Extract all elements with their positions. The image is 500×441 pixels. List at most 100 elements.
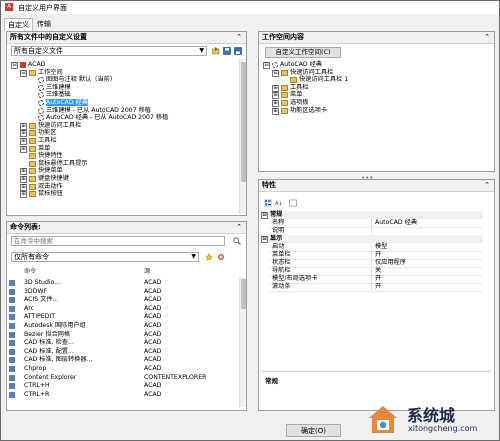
save-icon[interactable] bbox=[223, 47, 231, 55]
tree-label: 快捷特性 bbox=[38, 152, 63, 160]
tree-scroll-thumb[interactable] bbox=[241, 62, 246, 182]
tree-item[interactable]: AutoCAD 经典 - 已从 AutoCAD 2007 移植 bbox=[11, 114, 233, 122]
column-header-source[interactable]: 源 bbox=[144, 268, 150, 276]
command-filter-dropdown[interactable]: 仅所有命令 ▼ bbox=[11, 252, 199, 262]
workspace-tree-label: 快速访问工具栏 1 bbox=[299, 76, 349, 84]
folder-icon bbox=[281, 69, 288, 76]
tree-item[interactable]: 三维基础 bbox=[11, 91, 233, 99]
file-filter-dropdown[interactable]: 所有自定义文件 ▼ bbox=[11, 46, 207, 56]
workspace-tree-item[interactable]: ⊟ 快速访问工具栏 bbox=[263, 69, 489, 77]
command-row[interactable]: CAD 标准, 检查... ACAD bbox=[9, 339, 237, 348]
command-name: ATTIPEDIT bbox=[24, 313, 56, 321]
command-row[interactable]: CAD 标准, 图层转换器... ACAD bbox=[9, 356, 237, 365]
command-name: Bezier 拟合网格 bbox=[24, 330, 71, 338]
customization-tree: ⊟ ACAD ⊟ 工作空间 图图与注释 默认（当前） 三维建模 三维基础 AutoCAD 经典… bbox=[11, 61, 233, 211]
gear-icon bbox=[38, 107, 44, 114]
description-title: 常规 bbox=[265, 377, 278, 385]
tree-item[interactable]: AutoCAD 经典 bbox=[11, 98, 233, 107]
tree-item[interactable]: ⊞ 功能区 bbox=[11, 129, 233, 138]
command-row[interactable]: ATTIPEDIT ACAD bbox=[9, 313, 237, 322]
gear-icon bbox=[272, 62, 278, 68]
workspace-tree-item[interactable]: ⊞ 菜单 bbox=[263, 91, 489, 100]
tree-item[interactable]: ⊞ 鼠标按钮 bbox=[11, 190, 233, 199]
tree-item[interactable]: ⊞ 快捷菜单 bbox=[11, 167, 233, 176]
categorized-icon[interactable] bbox=[264, 199, 272, 207]
property-value[interactable]: 开 bbox=[372, 283, 482, 292]
open-file-icon[interactable] bbox=[212, 47, 220, 55]
tree-label: 工作空间 bbox=[38, 68, 63, 76]
command-row[interactable]: Chprop ACAD bbox=[9, 365, 237, 374]
workspace-contents-header-label: 工作空间内容 bbox=[262, 33, 304, 41]
tree-item[interactable]: ⊞ 菜单 bbox=[11, 145, 233, 153]
property-category[interactable]: ⊟ 显示 bbox=[261, 235, 483, 243]
tree-item[interactable]: ⊞ 工具栏 bbox=[11, 137, 233, 145]
command-list-header: 命令列表: ⌃ bbox=[7, 222, 246, 234]
tab-customize[interactable]: 自定义 bbox=[4, 18, 33, 31]
property-row[interactable]: 启动 模型 bbox=[269, 243, 482, 252]
property-row[interactable]: 滚动条开 bbox=[269, 283, 482, 292]
command-row[interactable]: CTRL+R ACAD bbox=[9, 391, 237, 400]
collapse-icon[interactable]: ⌃ bbox=[236, 32, 242, 43]
sort-alphabetical-icon[interactable]: A↓ bbox=[275, 199, 283, 207]
tree-scrollbar[interactable] bbox=[239, 59, 246, 214]
command-row[interactable]: Arc ACAD bbox=[9, 305, 237, 314]
command-icon bbox=[9, 297, 15, 304]
workspace-tree-label: 选项板 bbox=[290, 98, 309, 106]
command-row[interactable]: 3D Studio... ACAD bbox=[9, 279, 237, 288]
command-row[interactable]: Autodesk 国际用户组 ACAD bbox=[9, 322, 237, 331]
property-row[interactable]: 名称 AutoCAD 经典 bbox=[269, 219, 482, 228]
search-icon[interactable] bbox=[233, 237, 241, 245]
command-list-scroll-thumb[interactable] bbox=[241, 279, 246, 309]
property-row[interactable]: 模型/布局选项卡开 bbox=[269, 275, 482, 284]
command-source: ACAD bbox=[144, 322, 162, 329]
command-icon bbox=[9, 314, 15, 321]
tree-item[interactable]: ⊞ 键盘快捷键 bbox=[11, 175, 233, 183]
property-category[interactable]: ⊟ 常规 bbox=[261, 211, 483, 219]
tab-transfer[interactable]: 传输 bbox=[34, 18, 54, 30]
property-pages-icon[interactable] bbox=[289, 199, 297, 207]
tree-item[interactable]: 快捷特性 bbox=[11, 152, 233, 160]
collapse-icon[interactable]: ⌃ bbox=[484, 32, 490, 43]
command-row[interactable]: Bezier 拟合网格 ACAD bbox=[9, 331, 237, 340]
property-row[interactable]: 状态栏 仅应用程序 bbox=[269, 259, 482, 268]
workspace-tree-item[interactable]: ⊞ 选项板 bbox=[263, 99, 489, 107]
workspace-tree-item[interactable]: ⊟ AutoCAD 经典 bbox=[263, 61, 489, 69]
workspace-tree-item[interactable]: ⊞ 功能区选项卡 bbox=[263, 107, 489, 115]
command-row[interactable]: Content Explorer CONTENTEXPLORER bbox=[9, 374, 237, 383]
command-name: CAD 标准, 检查... bbox=[24, 339, 74, 347]
workspace-tree-item[interactable]: 快速访问工具栏 1 bbox=[263, 76, 489, 84]
tree-item[interactable]: 图图与注释 默认（当前） bbox=[11, 76, 233, 84]
command-source: ACAD bbox=[144, 356, 162, 364]
collapse-icon[interactable]: ⌃ bbox=[484, 180, 490, 191]
customize-workspace-button[interactable]: 自定义工作空间(C) bbox=[265, 47, 341, 58]
app-icon: A bbox=[5, 3, 13, 11]
property-row[interactable]: 菜单栏开 bbox=[269, 251, 482, 260]
command-row[interactable]: CTRL+H ACAD bbox=[9, 382, 237, 391]
tree-item[interactable]: ⊞ 双击动作 bbox=[11, 183, 233, 191]
collapse-category-icon[interactable]: ⊟ bbox=[261, 212, 268, 219]
command-icon bbox=[9, 383, 15, 390]
command-list-panel: 命令列表: ⌃ 仅所有命令 ▼ 命令 源 3D Studio...ACAD3DD… bbox=[6, 221, 247, 411]
ok-button[interactable]: 确定(O) bbox=[286, 424, 341, 437]
tree-item[interactable]: 三维建模 bbox=[11, 84, 233, 92]
save-as-icon[interactable] bbox=[234, 47, 242, 55]
tree-item[interactable]: ⊟ 工作空间 bbox=[11, 69, 233, 77]
new-command-icon[interactable] bbox=[217, 253, 225, 261]
tree-item[interactable]: ⊟ ACAD bbox=[11, 61, 233, 69]
command-search-input[interactable] bbox=[11, 236, 225, 246]
collapse-category-icon[interactable]: ⊟ bbox=[261, 236, 268, 243]
column-header-command[interactable]: 命令 bbox=[24, 268, 36, 276]
expand-toggle-icon[interactable]: ⊞ bbox=[20, 191, 27, 199]
customizations-panel: 所有文件中的自定义设置 ⌃ 所有自定义文件 ▼ ⊟ ACAD ⊟ 工作空间 图图与注释 … bbox=[6, 31, 247, 216]
command-row[interactable]: 3DDWF ACAD bbox=[9, 288, 237, 297]
star-icon[interactable] bbox=[205, 253, 213, 261]
command-icon bbox=[9, 305, 15, 312]
window-title: 自定义用户界面 bbox=[18, 4, 67, 12]
command-list-scrollbar[interactable] bbox=[239, 277, 246, 407]
command-row[interactable]: ACIS 文件... ACAD bbox=[9, 296, 237, 305]
property-row[interactable]: 说明 bbox=[269, 227, 482, 236]
collapse-icon[interactable]: ⌃ bbox=[236, 222, 242, 233]
folder-icon bbox=[29, 160, 36, 167]
property-row[interactable]: 导航栏关 bbox=[269, 267, 482, 276]
expand-toggle-icon[interactable]: ⊞ bbox=[272, 107, 279, 115]
